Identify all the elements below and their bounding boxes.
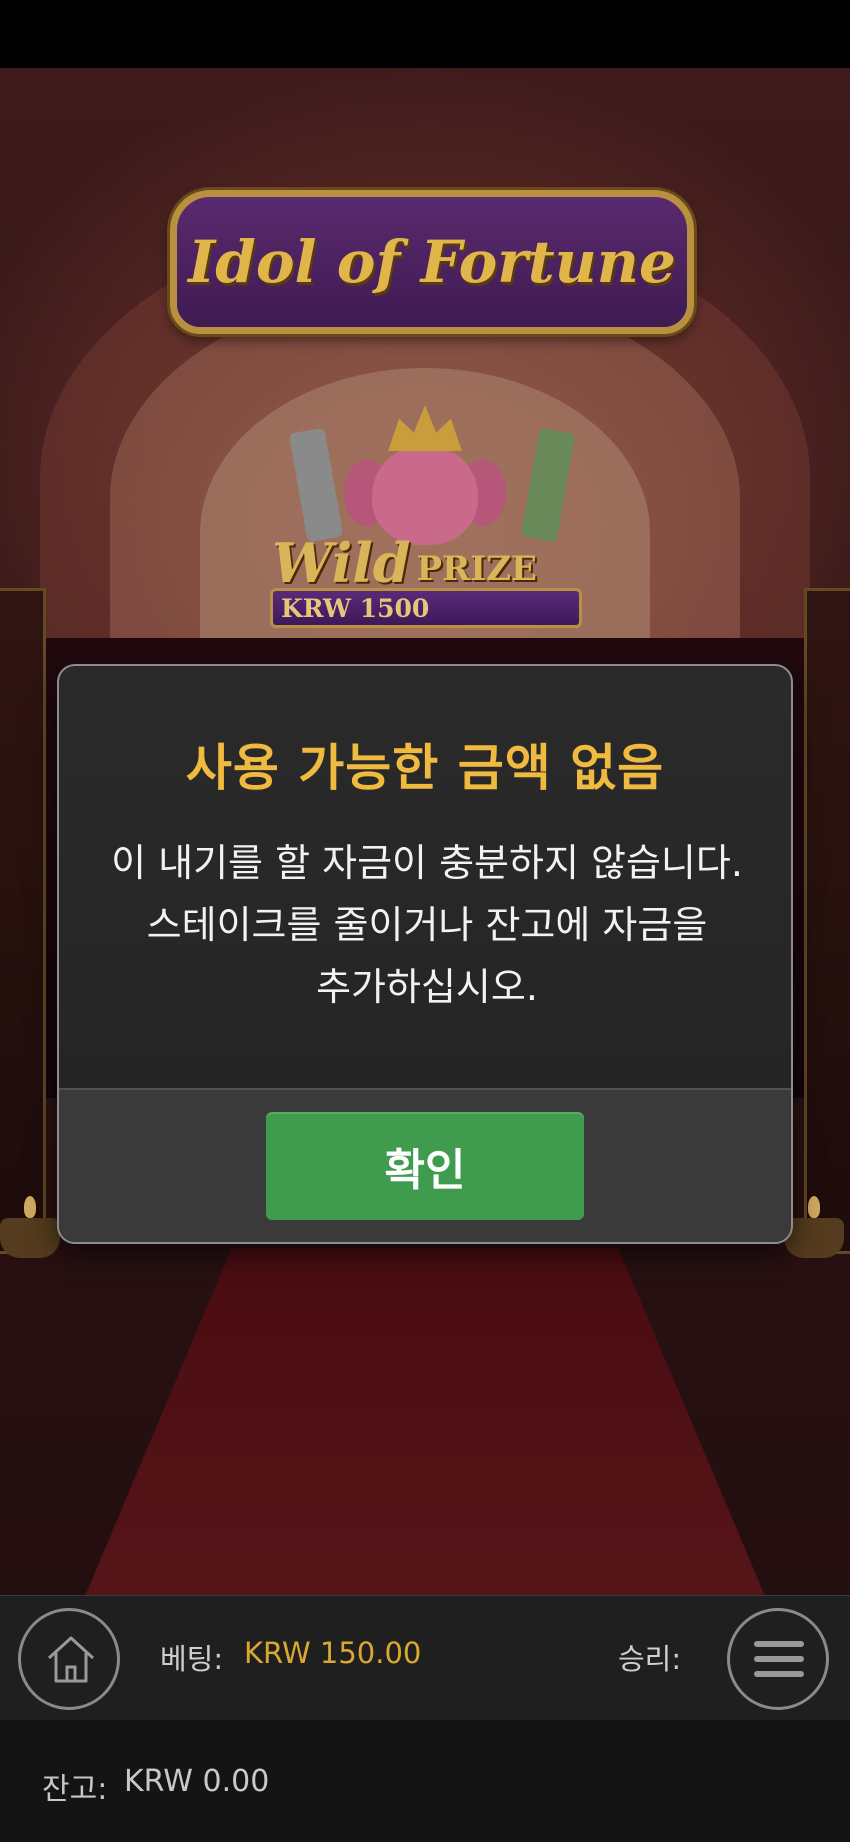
insufficient-funds-dialog: 사용 가능한 금액 없음 이 내기를 할 자금이 충분하지 않습니다. 스테이크… xyxy=(57,664,793,1244)
dialog-message: 이 내기를 할 자금이 충분하지 않습니다. 스테이크를 줄이거나 잔고에 자금… xyxy=(111,841,743,1009)
balance-bar: 잔고: KRW 0.00 xyxy=(0,1720,850,1842)
menu-button[interactable] xyxy=(727,1608,829,1710)
crown-icon xyxy=(388,405,462,451)
prize-plate: KRW 1500 xyxy=(270,588,582,628)
status-bar xyxy=(0,0,850,68)
game-logo: Idol of Fortune xyxy=(170,190,694,334)
bottom-bar: 베팅: KRW 150.00 승리: xyxy=(0,1595,850,1721)
bet-label: 베팅: xyxy=(160,1642,224,1676)
hamburger-menu-icon xyxy=(754,1641,804,1677)
home-icon xyxy=(47,1636,95,1683)
game-logo-text: Idol of Fortune xyxy=(188,228,676,296)
balance-label: 잔고: xyxy=(42,1772,108,1807)
bet-value: KRW 150.00 xyxy=(244,1636,422,1670)
wild-label: Wild xyxy=(272,531,411,595)
balance-value: KRW 0.00 xyxy=(124,1764,270,1799)
wild-prize-banner: Wild PRIZE xyxy=(272,520,582,590)
win-label: 승리: xyxy=(618,1642,682,1676)
home-button[interactable] xyxy=(18,1608,120,1710)
prize-amount: KRW 1500 xyxy=(281,593,430,623)
prize-label: PRIZE xyxy=(416,549,537,589)
confirm-button[interactable]: 확인 xyxy=(266,1112,584,1220)
dialog-footer: 확인 xyxy=(59,1088,791,1242)
dialog-title: 사용 가능한 금액 없음 xyxy=(185,739,665,797)
